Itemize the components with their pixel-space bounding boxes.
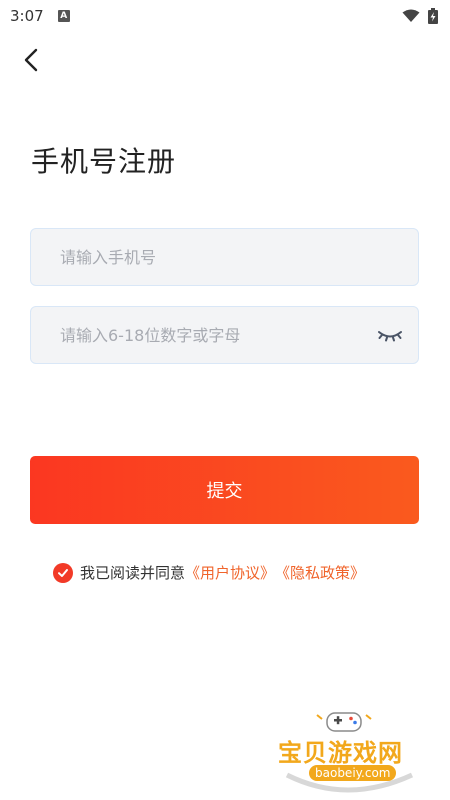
password-input[interactable] [58, 324, 376, 346]
checkbox-checked-icon[interactable] [53, 562, 73, 583]
user-agreement-link[interactable]: 《用户协议》 [185, 562, 275, 583]
back-button[interactable] [16, 44, 48, 76]
status-left: 3:07 A [10, 7, 70, 25]
watermark-text: 宝贝游戏网 [278, 739, 403, 767]
submit-button[interactable]: 提交 [30, 456, 419, 524]
eye-closed-icon[interactable] [376, 325, 404, 345]
phone-field[interactable] [30, 228, 419, 286]
status-right [402, 8, 438, 24]
a-badge-icon: A [57, 10, 70, 22]
chevron-left-icon [24, 48, 38, 72]
battery-charging-icon [428, 8, 438, 24]
page-title: 手机号注册 [31, 145, 177, 178]
agreement-prefix: 我已阅读并同意 [80, 564, 186, 582]
watermark-logo: 宝贝游戏网 baobeiy.com [272, 705, 422, 795]
watermark-domain: baobeiy.com [309, 765, 397, 781]
phone-input[interactable] [58, 246, 404, 268]
privacy-policy-link[interactable]: 《隐私政策》 [275, 562, 365, 583]
agreement-row: 我已阅读并同意 《用户协议》 《隐私政策》 [53, 562, 365, 583]
password-field[interactable] [30, 306, 419, 364]
status-time: 3:07 [10, 7, 44, 25]
wifi-icon [402, 9, 420, 22]
status-bar: 3:07 A [0, 0, 450, 32]
